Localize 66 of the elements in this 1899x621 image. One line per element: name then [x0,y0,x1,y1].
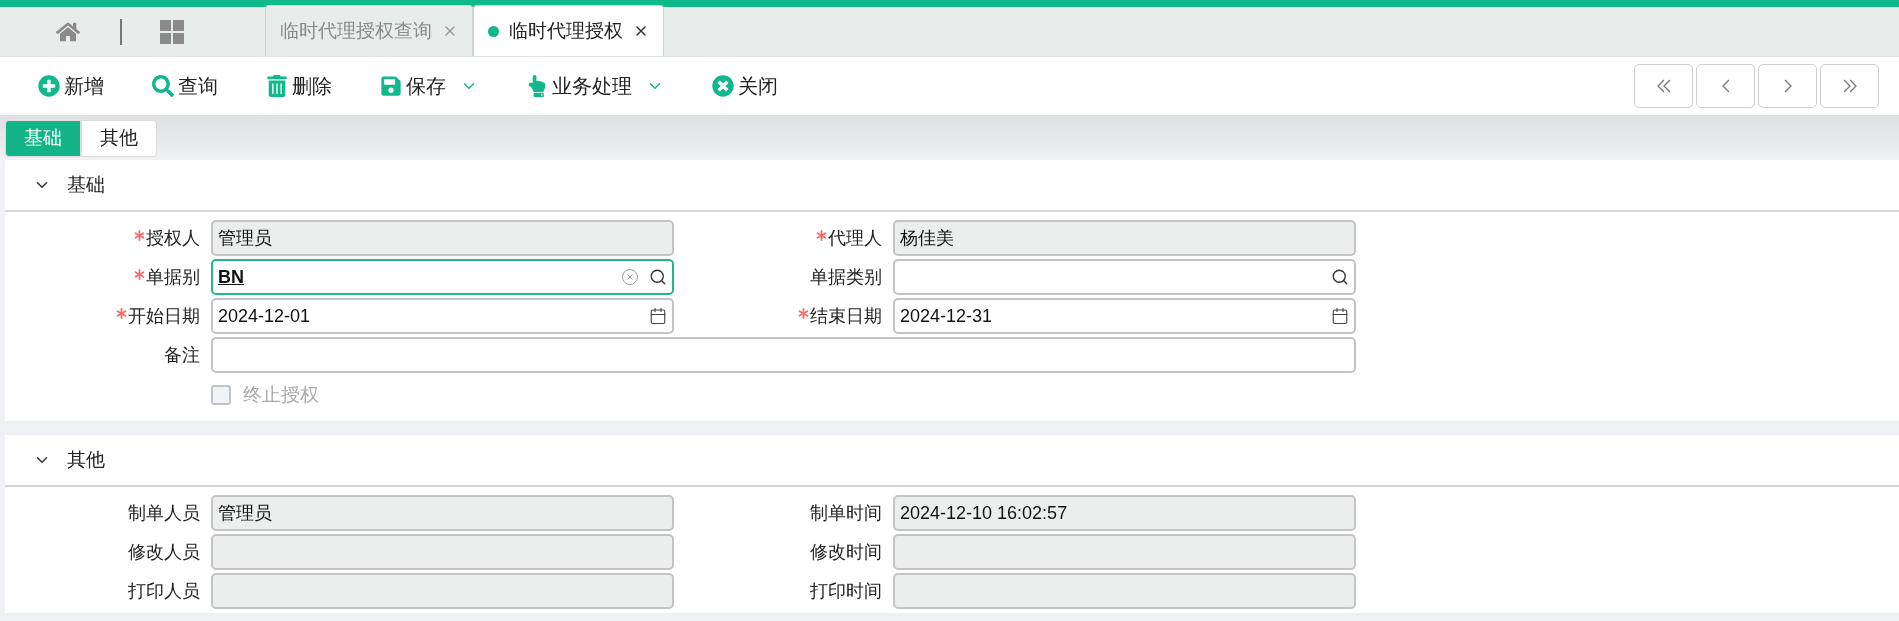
toolbar-button[interactable]: 业务处理 [524,71,666,101]
input-field[interactable] [211,337,1356,373]
toolbar-button[interactable]: 保存 [378,71,480,101]
required-asterisk-icon [116,307,127,319]
field-label: 制单人员 [128,501,200,525]
input-field[interactable] [211,534,674,570]
field-value: 杨佳美 [900,226,954,250]
pointing-hand-icon [526,75,548,97]
last-page-icon [1842,79,1857,93]
trash-icon [266,75,288,97]
field-label: 打印时间 [810,579,882,603]
previous-page-icon [1721,79,1730,93]
date-field[interactable]: 2024-12-01 [211,298,674,334]
required-asterisk-icon [134,268,145,280]
toolbar-button[interactable]: 删除 [264,71,334,101]
field-value: 管理员 [218,501,272,525]
section-title: 基础 [67,172,105,197]
required-asterisk-icon [134,229,145,241]
calendar-icon[interactable] [1331,307,1349,325]
field-label: 单据类别 [810,265,882,289]
next-page-icon [1783,79,1792,93]
required-asterisk-icon [816,229,827,241]
pager-button[interactable] [1758,64,1817,108]
field-label: 修改人员 [128,540,200,564]
required-asterisk-icon [798,307,809,319]
input-field[interactable]: 管理员 [211,495,674,531]
page-tab[interactable]: 临时代理授权 [473,5,664,56]
search-icon [152,75,174,97]
field-label: 代理人 [828,226,882,250]
lookup-field[interactable]: BN [211,259,674,295]
field-value: BN [218,265,244,289]
input-field[interactable] [893,534,1356,570]
calendar-icon[interactable] [649,307,667,325]
section-tab[interactable]: 其他 [81,120,157,157]
input-field[interactable]: 2024-12-10 16:02:57 [893,495,1356,531]
field-value: 管理员 [218,226,272,250]
field-label: 授权人 [146,226,200,250]
first-page-icon [1656,79,1671,93]
field-value: 2024-12-10 16:02:57 [900,501,1068,525]
toolbar-button[interactable]: 新增 [36,71,106,101]
field-label: 开始日期 [128,304,200,328]
field-label: 修改时间 [810,540,882,564]
pager-button[interactable] [1634,64,1693,108]
field-label: 打印人员 [128,579,200,603]
toolbar-button[interactable]: 查询 [150,71,220,101]
input-field[interactable] [893,573,1356,609]
date-field[interactable]: 2024-12-31 [893,298,1356,334]
pager-button[interactable] [1820,64,1879,108]
search-icon[interactable] [1331,268,1349,286]
toolbar-button[interactable]: 关闭 [710,71,780,101]
lookup-field[interactable] [893,259,1356,295]
clear-icon[interactable] [621,268,639,286]
field-value: 2024-12-01 [218,304,311,328]
checkbox-label: 终止授权 [243,382,319,407]
search-icon[interactable] [649,268,667,286]
field-label: 结束日期 [810,304,882,328]
input-field[interactable]: 管理员 [211,220,674,256]
input-field[interactable] [211,573,674,609]
field-label: 单据别 [146,265,200,289]
field-label: 制单时间 [810,501,882,525]
grid-icon[interactable] [160,19,184,44]
input-field[interactable]: 杨佳美 [893,220,1356,256]
field-value: 2024-12-31 [900,304,993,328]
pager-button[interactable] [1696,64,1755,108]
section-title: 其他 [67,447,105,472]
field-label: 备注 [164,343,200,367]
